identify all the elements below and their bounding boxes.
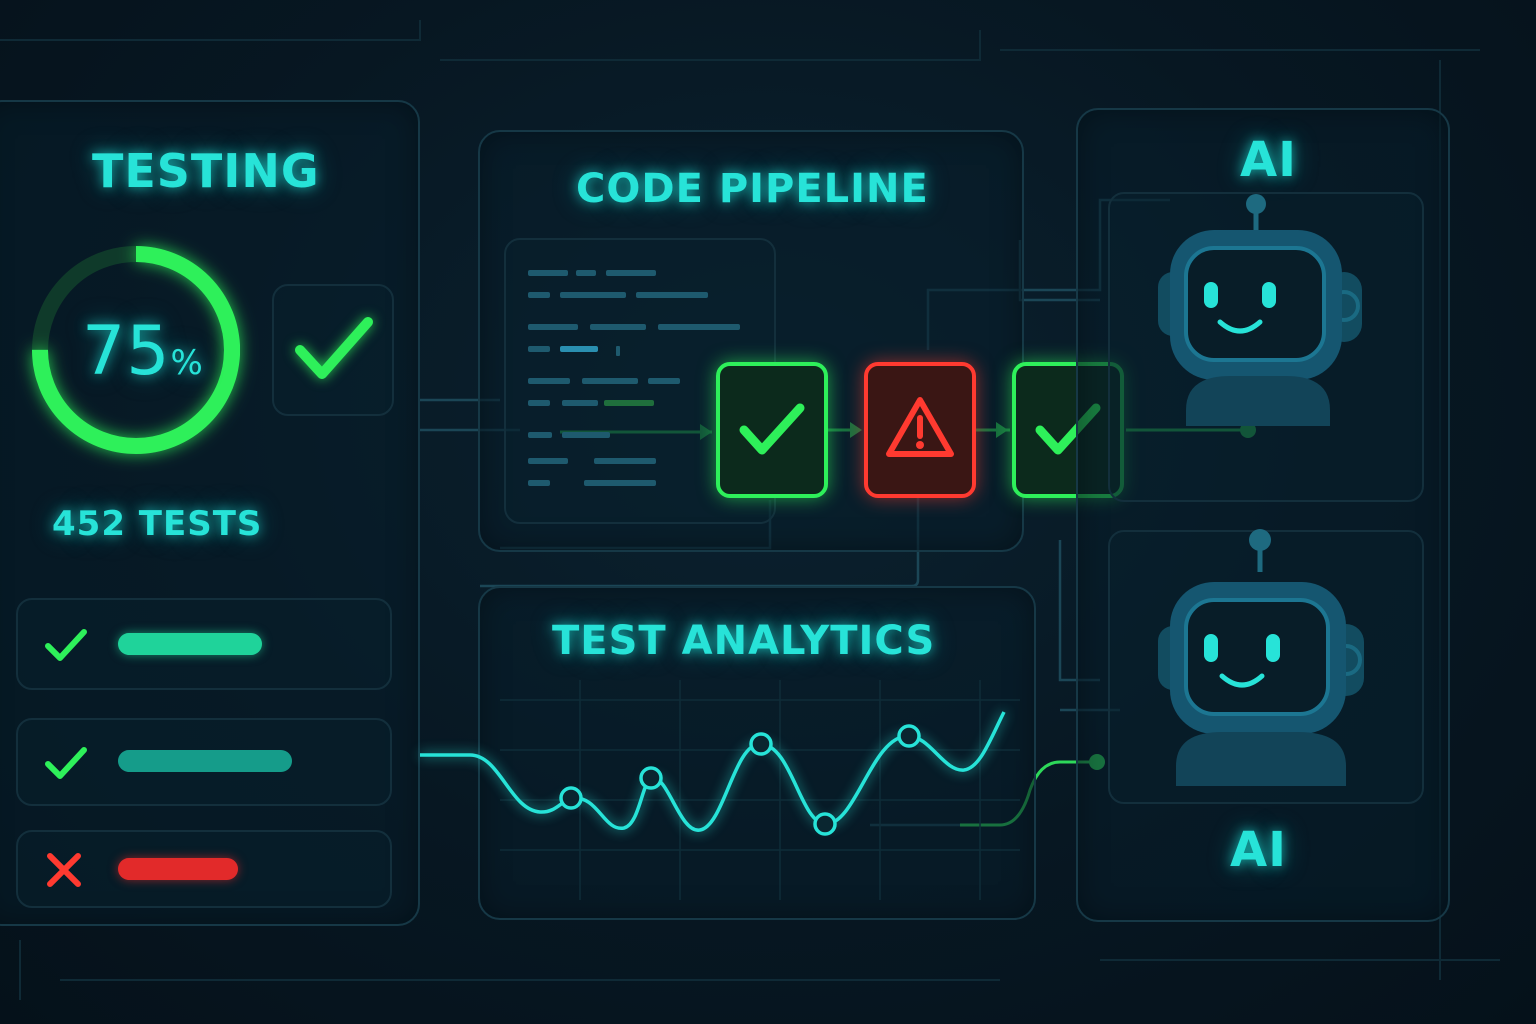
data-point (559, 786, 583, 810)
robot-avatar (1158, 194, 1362, 426)
ai-label-bottom: AI (1230, 822, 1288, 878)
ai-label-top: AI (1240, 132, 1298, 188)
data-point (897, 724, 921, 748)
data-point (813, 812, 837, 836)
data-point (749, 732, 773, 756)
data-point (639, 766, 663, 790)
robot-avatar (1158, 529, 1364, 786)
